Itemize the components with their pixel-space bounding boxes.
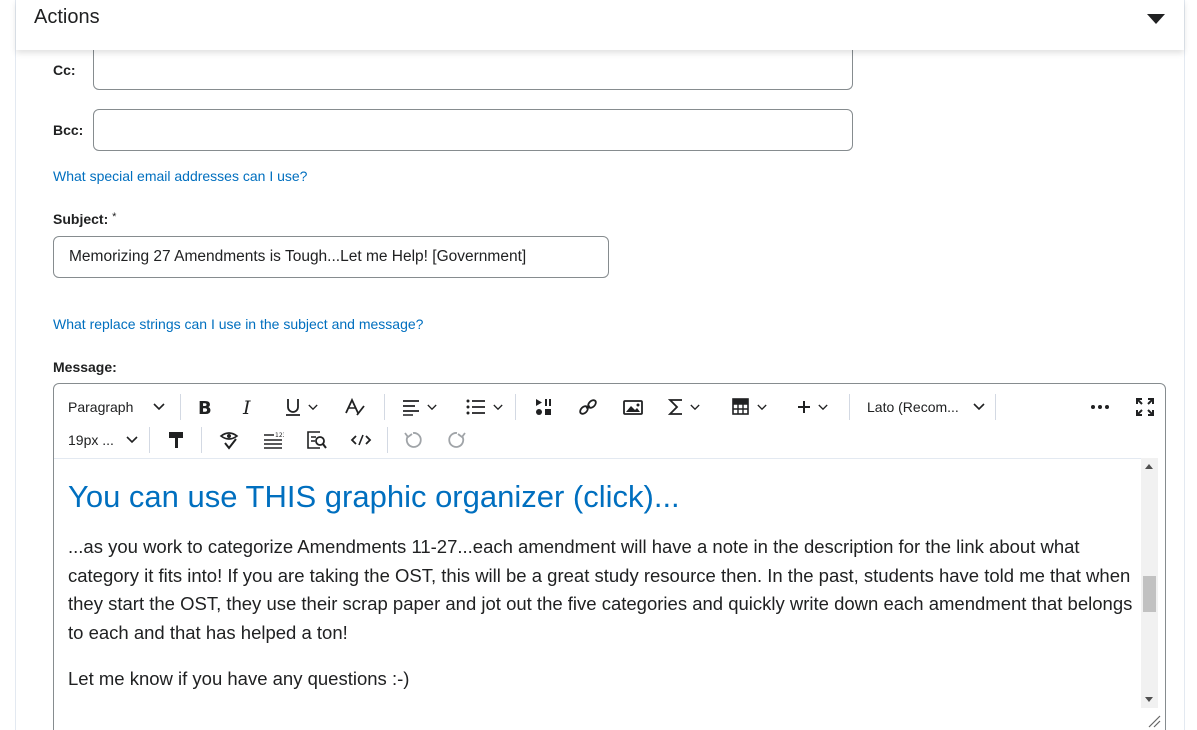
accessibility-checker-icon[interactable] xyxy=(219,426,239,454)
actions-title: Actions xyxy=(34,6,100,28)
scrollbar-thumb[interactable] xyxy=(1143,576,1156,612)
subject-input[interactable]: Memorizing 27 Amendments is Tough...Let … xyxy=(53,236,609,278)
format-painter-icon[interactable] xyxy=(167,426,185,454)
replace-strings-help-link[interactable]: What replace strings can I use in the su… xyxy=(53,316,423,332)
media-icon[interactable] xyxy=(534,393,554,421)
caret-down-icon[interactable] xyxy=(1146,12,1166,26)
chevron-down-icon xyxy=(126,436,138,444)
special-email-help-link[interactable]: What special email addresses can I use? xyxy=(53,168,307,184)
bcc-label: Bcc: xyxy=(53,122,84,138)
subject-label-text: Subject: xyxy=(53,211,109,227)
equation-icon[interactable] xyxy=(668,393,700,421)
font-size-value: 19px ... xyxy=(68,432,114,448)
paragraph-format-value: Paragraph xyxy=(68,399,134,415)
paragraph-format-dropdown[interactable]: Paragraph xyxy=(68,393,165,421)
scroll-up-arrow-icon[interactable] xyxy=(1145,464,1153,469)
actions-header[interactable]: Actions xyxy=(16,0,1184,50)
chevron-down-icon xyxy=(818,404,828,410)
insert-icon[interactable] xyxy=(796,393,828,421)
line-spacing-icon[interactable]: 123 xyxy=(262,426,284,454)
chevron-down-icon xyxy=(308,404,318,410)
table-icon[interactable] xyxy=(731,393,767,421)
svg-text:B: B xyxy=(198,398,212,416)
font-size-dropdown[interactable]: 19px ... xyxy=(68,426,138,454)
more-icon[interactable] xyxy=(1090,393,1110,421)
font-family-dropdown[interactable]: Lato (Recom... xyxy=(867,393,985,421)
toolbar-row-2: 19px ... 123 xyxy=(54,426,1165,460)
undo-icon[interactable] xyxy=(403,426,423,454)
link-icon[interactable] xyxy=(577,393,599,421)
chevron-down-icon xyxy=(973,403,985,411)
image-icon[interactable] xyxy=(622,393,644,421)
editor-content-area[interactable]: You can use THIS graphic organizer (clic… xyxy=(54,458,1149,730)
toolbar-divider xyxy=(387,427,388,453)
toolbar-divider xyxy=(849,394,850,420)
bcc-input[interactable] xyxy=(93,109,853,151)
chevron-down-icon xyxy=(427,404,437,410)
toolbar-divider xyxy=(515,394,516,420)
text-color-icon[interactable] xyxy=(344,393,366,421)
source-code-icon[interactable] xyxy=(350,426,372,454)
subject-value: Memorizing 27 Amendments is Tough...Let … xyxy=(69,248,527,265)
required-marker: * xyxy=(112,211,117,223)
bold-icon[interactable]: B xyxy=(196,393,214,421)
svg-text:I: I xyxy=(242,398,251,416)
toolbar-row-1: Paragraph B I Lato (Recom... xyxy=(54,393,1165,427)
underline-icon[interactable] xyxy=(284,393,318,421)
resize-handle-icon[interactable] xyxy=(1147,714,1161,728)
content-heading-link[interactable]: You can use THIS graphic organizer (clic… xyxy=(68,477,1138,517)
chevron-down-icon xyxy=(153,403,165,411)
cc-label: Cc: xyxy=(53,62,76,78)
subject-label: Subject: * xyxy=(53,211,116,227)
toolbar-divider xyxy=(995,394,996,420)
align-icon[interactable] xyxy=(401,393,437,421)
list-icon[interactable] xyxy=(465,393,503,421)
editor-scrollbar[interactable] xyxy=(1141,458,1158,708)
message-editor[interactable]: Paragraph B I Lato (Recom... 19px ... 12… xyxy=(53,383,1166,730)
font-family-value: Lato (Recom... xyxy=(867,399,959,415)
svg-text:123: 123 xyxy=(275,432,284,439)
redo-icon[interactable] xyxy=(447,426,467,454)
content-paragraph: ...as you work to categorize Amendments … xyxy=(68,536,1133,643)
toolbar-divider xyxy=(384,394,385,420)
scroll-down-arrow-icon[interactable] xyxy=(1145,697,1153,702)
message-label: Message: xyxy=(53,359,117,375)
chevron-down-icon xyxy=(493,404,503,410)
cc-input[interactable] xyxy=(93,48,853,90)
editor-body: You can use THIS graphic organizer (clic… xyxy=(68,477,1138,712)
chevron-down-icon xyxy=(690,404,700,410)
toolbar-divider xyxy=(201,427,202,453)
toolbar-divider xyxy=(149,427,150,453)
italic-icon[interactable]: I xyxy=(240,393,256,421)
chevron-down-icon xyxy=(757,404,767,410)
fullscreen-icon[interactable] xyxy=(1135,393,1155,421)
preview-icon[interactable] xyxy=(306,426,328,454)
content-paragraph: Let me know if you have any questions :-… xyxy=(68,668,410,689)
toolbar-divider xyxy=(180,394,181,420)
